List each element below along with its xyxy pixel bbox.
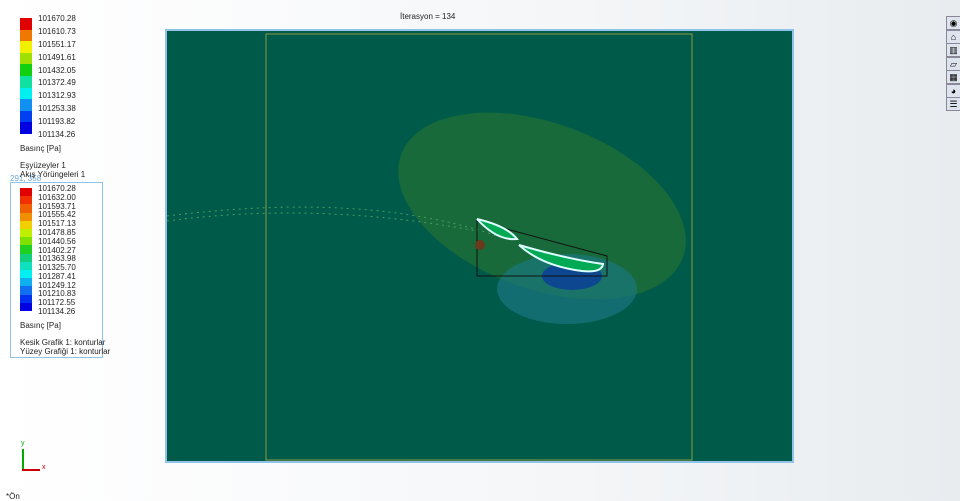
box_legend-color-swatch [20, 278, 32, 287]
globe-icon[interactable]: ◉ [946, 16, 960, 30]
box_legend-color-swatch [20, 245, 32, 254]
top_legend-tick-label: 101312.93 [38, 91, 76, 101]
top_legend-tick-label: 101491.61 [38, 52, 76, 62]
top_legend-tick-label: 101610.73 [38, 26, 76, 36]
parts-icon[interactable]: ▥ [946, 43, 960, 57]
top_legend-color-swatch [20, 29, 32, 42]
box_legend-color-swatch [20, 261, 32, 270]
iteration-label: İterasyon = 134 [400, 12, 456, 21]
box_legend-tick-label: 101632.00 [38, 192, 76, 202]
top_legend-tick-label: 101670.28 [38, 14, 76, 23]
box_legend-tick-label: 101517.13 [38, 219, 76, 229]
y-axis-label: y [21, 440, 25, 447]
box_legend-color-swatch [20, 212, 32, 221]
box_legend-tick-label: 101325.70 [38, 263, 76, 273]
top_legend-color-swatch [20, 41, 32, 53]
box_legend-color-swatch [20, 253, 32, 262]
top_legend-tick-label: 101193.82 [38, 117, 76, 127]
flow-simulation-view [167, 33, 693, 461]
home-icon[interactable]: ⌂ [946, 29, 960, 44]
graphics-viewport[interactable] [165, 29, 794, 463]
top_legend-color-swatch [20, 18, 32, 30]
appearance-icon[interactable]: ▦ [946, 70, 960, 84]
box_legend-tick-label: 101249.12 [38, 280, 76, 290]
top_legend-color-swatch [20, 110, 32, 123]
top_legend-color-swatch [20, 52, 32, 65]
top_legend-color-swatch [20, 99, 32, 111]
top_legend-color-swatch [20, 76, 32, 88]
box_legend-tick-label: 101478.85 [38, 227, 76, 237]
box_legend-color-swatch [20, 302, 32, 311]
top_legend-unit: Basınç [Pa] [20, 144, 61, 153]
box_legend-color-swatch [20, 229, 32, 238]
top_legend-tick-label: 101253.38 [38, 104, 76, 114]
box_legend-color-swatch [20, 294, 32, 303]
x-axis-label: x [42, 464, 46, 471]
box_legend-tick-label: 101363.98 [38, 254, 76, 264]
top_legend-tick-label: 101134.26 [38, 130, 76, 139]
box_legend-color-swatch [20, 204, 32, 213]
box_legend-tick-label: 101134.26 [38, 307, 76, 316]
box_legend-feature-label: Kesik Grafik 1: konturlar [20, 338, 106, 347]
box_legend-color-swatch [20, 286, 32, 295]
box_legend-tick-label: 101670.28 [38, 184, 76, 193]
box_legend-tick-label: 101555.42 [38, 210, 76, 220]
folder-icon[interactable]: ▱ [946, 56, 960, 71]
box_legend-tick-label: 101172.55 [38, 298, 76, 308]
box_legend-tick-label: 101287.41 [38, 271, 76, 281]
top_legend-tick-label: 101432.05 [38, 65, 76, 75]
top_legend-feature-label: Akış Yörüngeleri 1 [20, 170, 86, 179]
box_legend-feature-label: Yüzey Grafiği 1: konturlar [20, 347, 111, 356]
color-icon[interactable]: ◕ [946, 83, 960, 98]
top_legend-tick-label: 101372.49 [38, 78, 76, 88]
top_legend-tick-label: 101551.17 [38, 39, 76, 49]
box_legend-color-swatch [20, 237, 32, 246]
box_legend-tick-label: 101440.56 [38, 236, 76, 246]
top_legend-feature-label: Eşyüzeyler 1 [20, 161, 66, 170]
box_legend-color-swatch [20, 188, 32, 197]
top_legend-color-swatch [20, 87, 32, 100]
box_legend-tick-label: 101402.27 [38, 245, 76, 255]
box_legend-tick-label: 101210.83 [38, 289, 76, 299]
list-icon[interactable]: ☰ [946, 97, 960, 111]
box_legend-tick-label: 101593.71 [38, 201, 76, 211]
box_legend-color-swatch [20, 270, 32, 279]
origin-marker [475, 240, 485, 250]
box_legend-unit: Basınç [Pa] [20, 321, 61, 330]
box_legend-color-swatch [20, 220, 32, 229]
top_legend-color-swatch [20, 64, 32, 76]
box_legend-color-swatch [20, 196, 32, 205]
top_legend-color-swatch [20, 122, 32, 134]
